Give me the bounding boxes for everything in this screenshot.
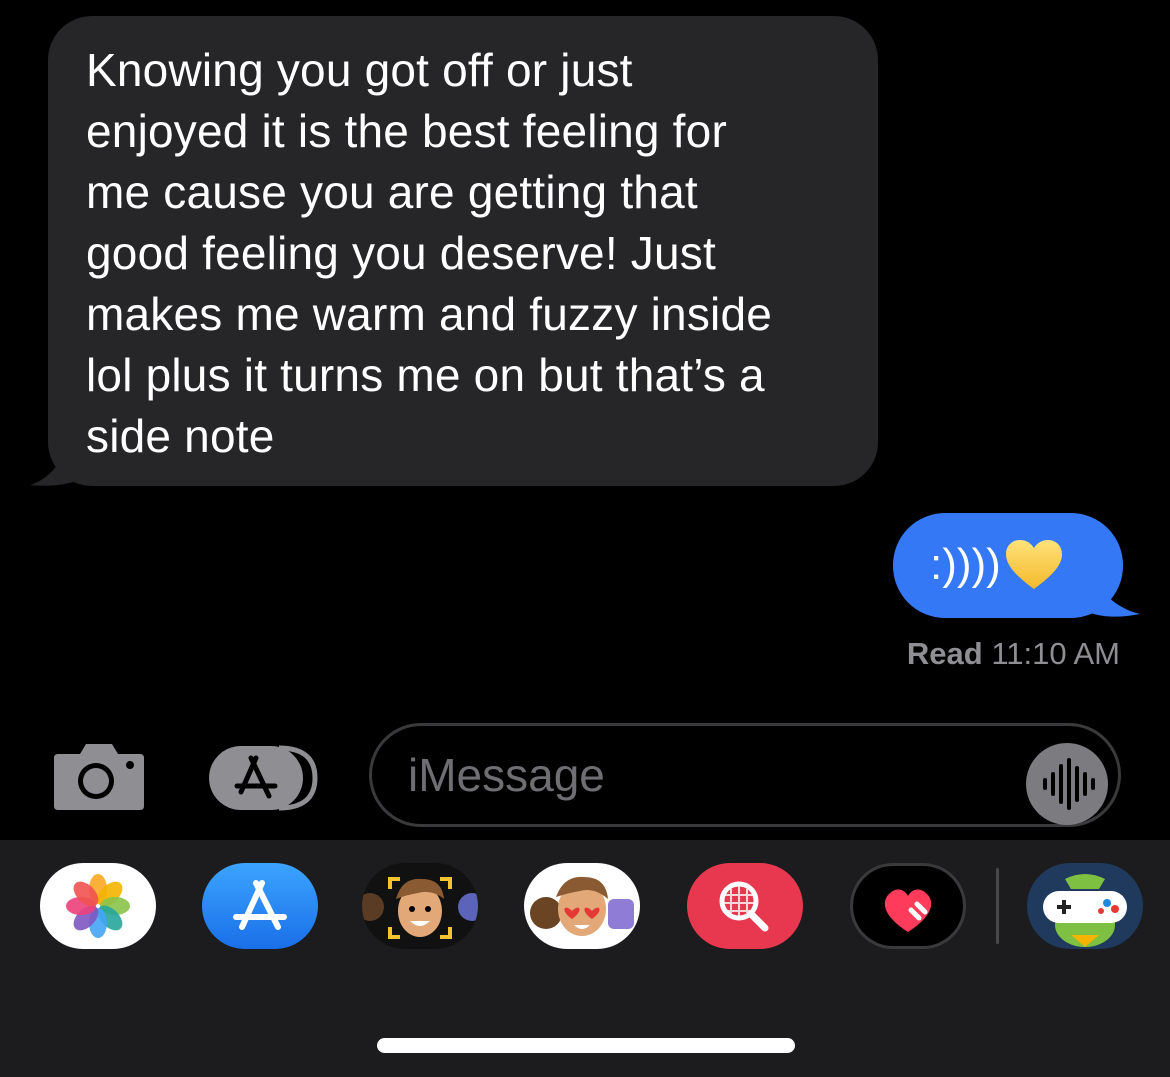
memoji-app-icon[interactable] (362, 863, 478, 949)
digital-touch-app-icon[interactable] (850, 863, 966, 949)
app-store-app-icon[interactable] (202, 863, 318, 949)
memoji-heart-eyes-icon (530, 876, 634, 936)
yellow-heart-icon (1005, 540, 1062, 589)
read-label: Read (906, 636, 983, 671)
app-store-icon[interactable] (207, 744, 323, 812)
magnifying-glass-icon (719, 881, 769, 932)
home-indicator[interactable] (377, 1038, 795, 1053)
memoji-face-icon (362, 877, 478, 939)
read-time: 11:10 AM (991, 636, 1120, 671)
app-store-glyph-icon (233, 880, 287, 930)
photos-flower-icon (66, 874, 130, 938)
memoji-stickers-app-icon[interactable] (524, 863, 640, 949)
read-receipt: Read 11:10 AM (907, 636, 1120, 672)
message-input-placeholder: iMessage (408, 749, 605, 801)
heart-touch-icon (884, 889, 932, 932)
game-controller-bird-icon (1043, 874, 1127, 947)
audio-waveform-icon[interactable] (1025, 742, 1109, 826)
drawer-divider (996, 868, 999, 944)
game-app-icon[interactable] (1027, 863, 1143, 949)
sent-message-text: :)))) (930, 533, 1063, 597)
received-message-text: Knowing you got off or just enjoyed it i… (86, 44, 773, 462)
sent-message-content: :)))) (930, 540, 1001, 589)
camera-icon[interactable] (52, 740, 146, 812)
photos-app-icon[interactable] (40, 863, 156, 949)
sent-bubble-tail (1070, 560, 1140, 617)
image-search-app-icon[interactable] (687, 863, 803, 949)
